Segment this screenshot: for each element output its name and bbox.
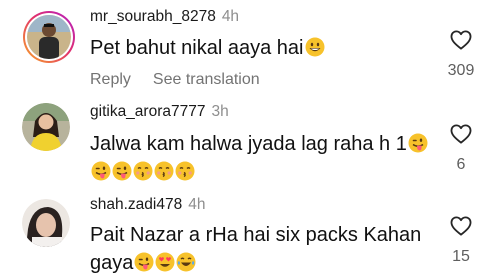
like-count: 6 xyxy=(456,156,466,173)
face-blowing-kiss-emoji xyxy=(154,161,174,181)
like-control: 6 xyxy=(441,124,481,174)
comment-meta: mr_sourabh_8278 4h xyxy=(90,8,239,26)
username[interactable]: mr_sourabh_8278 xyxy=(90,8,216,25)
comment-actions: Reply See translation xyxy=(90,71,282,89)
avatar[interactable] xyxy=(22,103,70,151)
grinning-face-emoji xyxy=(305,37,325,57)
tears-of-joy-face-emoji xyxy=(176,252,196,272)
comment-1: mr_sourabh_8278 4h Pet bahut nikal aaya h… xyxy=(0,0,500,96)
comment-text-line-1: Jalwa kam halwa jyada lag raha h 1 xyxy=(90,131,428,158)
username[interactable]: shah.zadi478 xyxy=(90,196,182,213)
like-count: 309 xyxy=(447,62,475,79)
winking-tongue-face-emoji xyxy=(112,161,132,181)
winking-tongue-face-emoji xyxy=(91,161,111,181)
comment-text: Jalwa kam halwa jyada lag raha h 1 xyxy=(90,131,428,186)
comment-text-line-1: Pait Nazar a rHa hai six packs Kahan xyxy=(90,224,422,246)
avatar[interactable] xyxy=(22,199,70,247)
heart-icon[interactable] xyxy=(441,124,481,144)
like-count: 15 xyxy=(452,248,470,265)
see-translation-button[interactable]: See translation xyxy=(153,71,260,88)
text: Jalwa kam halwa jyada lag raha h 1 xyxy=(90,133,407,155)
like-control: 309 xyxy=(441,30,481,80)
comment-text: Pait Nazar a rHa hai six packs Kahan gay… xyxy=(90,222,421,277)
reply-button[interactable]: Reply xyxy=(90,71,131,88)
face-blowing-kiss-emoji xyxy=(133,161,153,181)
text: gaya xyxy=(90,252,134,274)
timestamp: 4h xyxy=(188,196,206,213)
winking-tongue-face-emoji xyxy=(134,252,154,272)
like-control: 15 xyxy=(441,216,481,266)
comment-meta: shah.zadi478 4h xyxy=(90,196,205,214)
face-blowing-kiss-emoji xyxy=(175,161,195,181)
username[interactable]: gitika_arora7777 xyxy=(90,103,205,120)
comment-meta: gitika_arora7777 3h xyxy=(90,103,229,121)
comment-text-line: Pet bahut nikal aaya hai xyxy=(90,37,304,59)
timestamp: 3h xyxy=(211,103,229,120)
comment-text-line-2 xyxy=(90,159,428,186)
winking-tongue-face-emoji xyxy=(408,133,428,153)
heart-eyes-face-emoji xyxy=(155,252,175,272)
heart-icon[interactable] xyxy=(441,216,481,236)
timestamp: 4h xyxy=(221,8,240,25)
heart-icon[interactable] xyxy=(441,30,481,50)
avatar[interactable] xyxy=(22,10,76,64)
comment-text-line-2: gaya xyxy=(90,250,421,277)
comment-2: gitika_arora7777 3h Jalwa kam halwa jyada… xyxy=(0,96,500,192)
comment-text: Pet bahut nikal aaya hai xyxy=(90,35,325,62)
comment-3: shah.zadi478 4h Pait Nazar a rHa hai six … xyxy=(0,192,500,280)
